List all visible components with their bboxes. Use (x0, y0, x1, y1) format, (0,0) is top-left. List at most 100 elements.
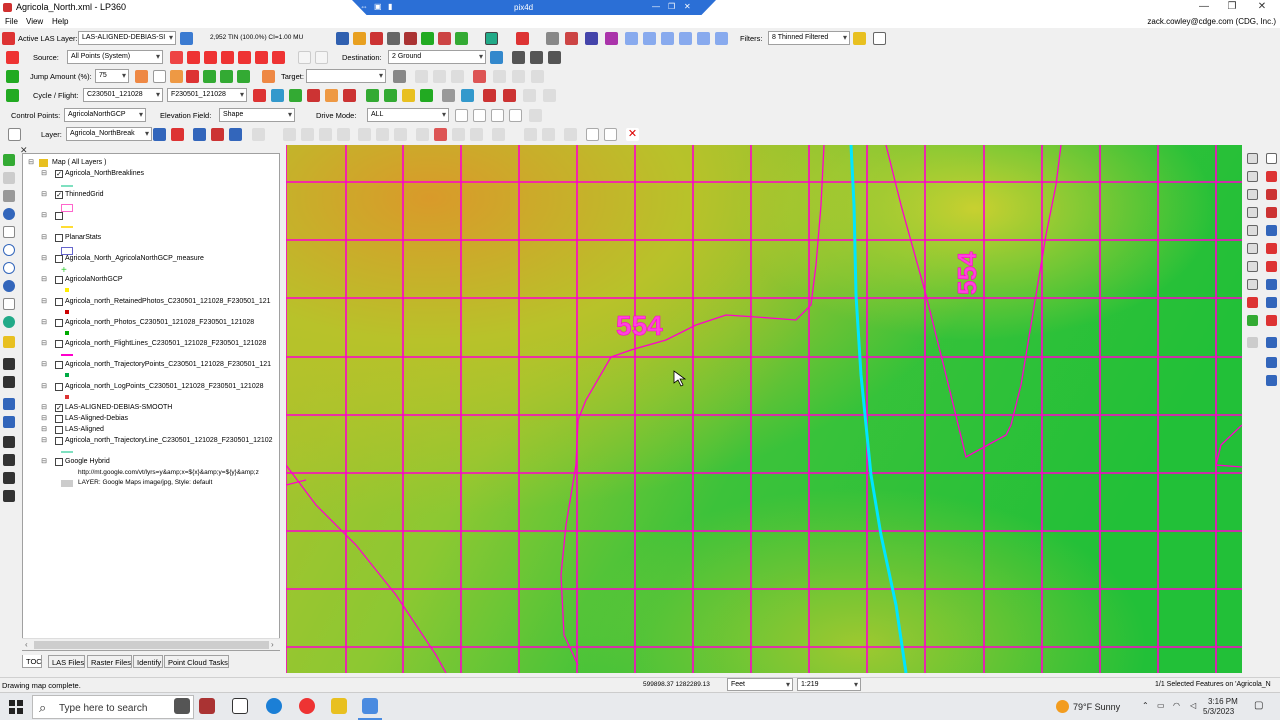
tool-ag-icon[interactable] (493, 70, 506, 83)
tool-am-icon[interactable] (307, 89, 320, 102)
filters-select[interactable]: 8 Thinned Filtered (768, 31, 850, 45)
right-tool-v-icon[interactable] (1266, 337, 1277, 348)
layer-checkbox[interactable] (55, 437, 63, 445)
layer-checkbox[interactable] (55, 458, 63, 466)
select-arrow-icon[interactable] (8, 128, 21, 141)
file-explorer-icon[interactable] (331, 698, 347, 714)
layer-checkbox[interactable] (55, 298, 63, 306)
extent-a-icon[interactable] (3, 358, 15, 370)
class-c-icon[interactable] (204, 51, 217, 64)
tool-ao-icon[interactable] (343, 89, 356, 102)
layer-checkbox[interactable] (55, 234, 63, 242)
right-tool-m-icon[interactable] (1247, 261, 1258, 272)
target-select[interactable] (306, 69, 386, 83)
maximize-icon[interactable]: ❐ (1223, 1, 1241, 13)
toc-layer-row[interactable]: ⊟ Agricola_north_RetainedPhotos_C230501_1… (23, 297, 281, 308)
task-a-icon[interactable] (174, 698, 190, 714)
task-view-icon[interactable] (232, 698, 248, 714)
tool-y-icon[interactable] (203, 70, 216, 83)
undo-edit-icon[interactable] (586, 128, 599, 141)
info-icon[interactable] (3, 208, 15, 220)
menu-file[interactable]: File (5, 17, 18, 26)
right-tool-e-icon[interactable] (1247, 189, 1258, 200)
tool-a-icon[interactable] (370, 32, 383, 45)
layer-checkbox[interactable] (55, 361, 63, 369)
class-d-icon[interactable] (221, 51, 234, 64)
drive-mode-select[interactable]: ALL (367, 108, 449, 122)
layer-checkbox[interactable]: ✓ (55, 191, 63, 199)
right-tool-c-icon[interactable] (1247, 171, 1258, 182)
tool-ae-icon[interactable] (451, 70, 464, 83)
tool-g-icon[interactable] (516, 32, 529, 45)
layer-checkbox[interactable] (55, 212, 63, 220)
tool-h-icon[interactable] (546, 32, 559, 45)
expand-icon[interactable]: ⊟ (40, 361, 48, 369)
tab-toc[interactable]: TOC (22, 655, 42, 668)
zoom-out-icon[interactable] (3, 262, 15, 274)
measure-icon[interactable] (3, 336, 15, 348)
tray-chevron-icon[interactable]: ⌃ (1142, 701, 1149, 710)
units-select[interactable]: Feet (727, 678, 793, 691)
expand-icon[interactable]: ⊟ (40, 255, 48, 263)
right-tool-u-icon[interactable] (1247, 337, 1258, 348)
minimize-icon[interactable]: — (1195, 1, 1213, 13)
tool-u-icon[interactable] (135, 70, 148, 83)
tool-bb-icon[interactable] (229, 128, 242, 141)
layer-checkbox[interactable] (55, 340, 63, 348)
toc-layer-row[interactable]: ⊟ Agricola_north_LogPoints_C230501_121028… (23, 382, 281, 393)
control-points-select[interactable]: AgricolaNorthGCP (64, 108, 146, 122)
remote-session-bar[interactable]: ⇔ ▣ ▮ pix4d — ❐ ✕ (352, 0, 716, 15)
toc-layer-row[interactable]: ⊟ LAS-Aligned (23, 425, 281, 436)
expand-icon[interactable]: ⊟ (40, 191, 48, 199)
tool-ak-icon[interactable] (271, 89, 284, 102)
layer-checkbox[interactable]: ✓ (55, 170, 63, 178)
class-b-icon[interactable] (187, 51, 200, 64)
jump-icon[interactable] (6, 70, 19, 83)
tab-identify[interactable]: Identify (133, 655, 163, 668)
cycle-select[interactable]: C230501_121028 (83, 88, 163, 102)
collapse-icon[interactable]: ⊟ (27, 159, 35, 167)
toc-layer-row[interactable]: ⊟ ✓ LAS-ALIGNED-DEBIAS-SMOOTH (23, 403, 281, 414)
notifications-icon[interactable]: ▢ (1254, 700, 1263, 711)
tool-au-icon[interactable] (461, 89, 474, 102)
right-tool-p-icon[interactable] (1266, 279, 1277, 290)
toc-root[interactable]: ⊟ Map ( All Layers ) (23, 158, 281, 169)
tool-ax-icon[interactable] (523, 89, 536, 102)
tool-an-icon[interactable] (325, 89, 338, 102)
tool-bf-icon[interactable] (319, 128, 332, 141)
map-icon[interactable] (3, 190, 15, 202)
tool-bl-icon[interactable] (434, 128, 447, 141)
edge-icon[interactable] (266, 698, 282, 714)
tab-raster-files[interactable]: Raster Files (87, 655, 132, 668)
extent-b-icon[interactable] (3, 376, 15, 388)
tool-bp-icon[interactable] (524, 128, 537, 141)
tool-d-icon[interactable] (421, 32, 434, 45)
toc-layer-row[interactable]: ⊟ AgricolaNorthGCP (23, 275, 281, 286)
chrome-icon[interactable] (299, 698, 315, 714)
right-tool-f-icon[interactable] (1266, 189, 1277, 200)
globe-icon[interactable] (3, 316, 15, 328)
tool-n-icon[interactable] (661, 32, 674, 45)
right-tool-a-icon[interactable] (1247, 153, 1258, 164)
tool-be-icon[interactable] (301, 128, 314, 141)
first-icon[interactable] (455, 109, 468, 122)
tool-ad-icon[interactable] (433, 70, 446, 83)
tool-ar-icon[interactable] (402, 89, 415, 102)
tool-aq-icon[interactable] (384, 89, 397, 102)
right-tool-g-icon[interactable] (1247, 207, 1258, 218)
tool-j-icon[interactable] (585, 32, 598, 45)
tool-at-icon[interactable] (442, 89, 455, 102)
pointer-icon[interactable] (3, 226, 15, 238)
tool-bh-icon[interactable] (358, 128, 371, 141)
layer-select[interactable]: Agricola_NorthBreak (66, 127, 152, 141)
triangle-icon[interactable] (353, 32, 366, 45)
right-tool-w-icon[interactable] (1266, 357, 1277, 368)
tool-f-icon[interactable] (455, 32, 468, 45)
scroll-right-icon[interactable]: › (271, 640, 274, 649)
tool-af-icon[interactable] (473, 70, 486, 83)
tab-las-files[interactable]: LAS Files (48, 655, 85, 668)
class-a-icon[interactable] (170, 51, 183, 64)
tool-aw-icon[interactable] (503, 89, 516, 102)
layer-checkbox[interactable] (55, 426, 63, 434)
las-layer-icon[interactable] (2, 32, 15, 45)
